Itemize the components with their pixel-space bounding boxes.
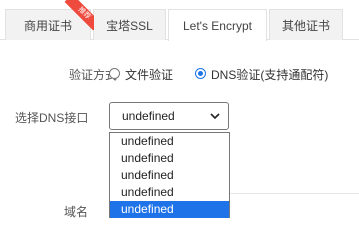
dns-option[interactable]: undefined <box>110 150 229 167</box>
domain-label: 域名 <box>64 205 89 219</box>
recommend-badge-label: 推荐 <box>64 0 94 30</box>
tab-label: 其他证书 <box>281 18 330 33</box>
tab-other-cert[interactable]: 其他证书 <box>269 9 343 40</box>
dns-select-value: undefined <box>122 109 175 123</box>
divider <box>230 193 359 194</box>
tab-label: 宝塔SSL <box>106 18 153 33</box>
dns-option[interactable]: undefined <box>110 133 229 150</box>
tab-lets-encrypt[interactable]: Let's Encrypt <box>168 9 267 41</box>
dns-interface-select[interactable]: undefined <box>109 102 229 130</box>
file-verify-label[interactable]: 文件验证 <box>125 66 173 83</box>
tab-baota-ssl[interactable]: 宝塔SSL <box>93 9 166 40</box>
tab-label: Let's Encrypt <box>183 18 252 33</box>
file-verify-radio[interactable] <box>109 68 120 79</box>
dns-option[interactable]: undefined <box>110 167 229 184</box>
dns-option-selected[interactable]: undefined <box>110 201 229 218</box>
dns-interface-label: 选择DNS接口 <box>15 111 89 125</box>
dns-verify-radio[interactable] <box>195 68 206 79</box>
certificate-tabs: 商用证书 推荐 宝塔SSL Let's Encrypt 其他证书 <box>0 0 359 41</box>
dns-verify-label[interactable]: DNS验证(支持通配符) <box>211 66 328 83</box>
dns-option[interactable]: undefined <box>110 184 229 201</box>
dns-options-list: undefined undefined undefined undefined … <box>109 132 230 218</box>
chevron-down-icon <box>210 113 220 120</box>
recommend-badge: 推荐 <box>64 0 94 30</box>
